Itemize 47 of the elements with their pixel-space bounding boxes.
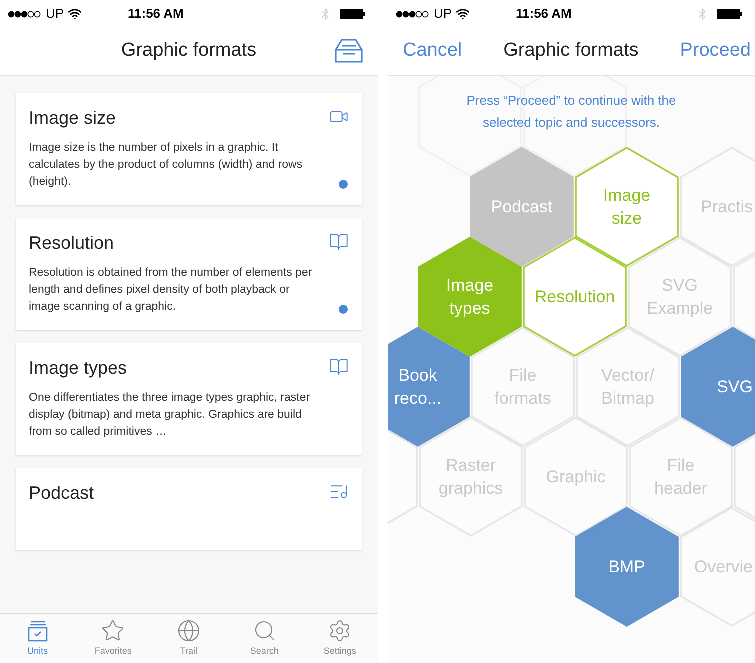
wifi-icon: [456, 7, 470, 21]
settings-icon: [328, 618, 352, 643]
topic-card[interactable]: Image size Image size is the number of pixels in a graphic. It calculates by the product of columns (width) and rows (height).: [16, 93, 362, 205]
archive-box-icon[interactable]: [334, 36, 364, 66]
status-time: 11:56 AM: [516, 5, 572, 24]
hint-text: Press “Proceed” to continue with the selected topic and successors.: [466, 92, 678, 132]
topic-label[interactable]: Image size: [603, 184, 651, 230]
topic-label[interactable]: Podcast: [491, 196, 553, 218]
topic-label[interactable]: Resolution: [534, 286, 616, 308]
battery-icon: [340, 9, 366, 19]
card-description: Resolution is obtained from the number of elements per length and defines pixel density of both playback or image scanning of a graphic.: [29, 266, 314, 315]
card-title: Podcast: [29, 482, 94, 505]
carrier-text: UP: [46, 5, 64, 24]
cancel-button[interactable]: Cancel: [403, 37, 462, 66]
star-icon: [101, 618, 126, 643]
carrier-text: UP: [434, 5, 452, 24]
wifi-icon: [68, 7, 82, 21]
battery-icon: [717, 9, 743, 19]
nav-title: Graphic formats: [504, 39, 639, 64]
tab-bar-item[interactable]: Trail: [158, 618, 219, 658]
topic-card[interactable]: Resolution Resolution is obtained from the number of elements per length and defines pixel density of both playback or image scanning of a graphic.: [16, 218, 362, 330]
card-title: Image size: [29, 107, 116, 130]
tab-bar-item[interactable]: Settings: [310, 618, 370, 658]
card-description: Image size is the number of pixels in a graphic. It calculates by the product of columns (width) and rows (height).: [29, 141, 304, 190]
topic-card[interactable]: Podcast: [16, 468, 362, 550]
globe-icon: [176, 618, 201, 643]
search-icon: [252, 618, 277, 643]
book-icon: [329, 232, 349, 252]
signal-icon: [8, 10, 42, 18]
topic-label[interactable]: SVG: [717, 376, 753, 398]
card-title: Resolution: [29, 232, 114, 255]
tab-bar-item[interactable]: Search: [234, 618, 295, 658]
proceed-button[interactable]: Proceed: [680, 37, 751, 66]
tab-bar-item[interactable]: Units: [8, 618, 68, 658]
card-description: One differentiates the three image types graphic, raster display (bitmap) and meta graphic. Graphics are build from so called primitives …: [29, 391, 312, 440]
topic-label[interactable]: Image types: [446, 274, 494, 320]
checked-box-icon: [26, 618, 50, 643]
topic-label[interactable]: BMP: [608, 556, 646, 578]
status-time: 11:56 AM: [128, 5, 184, 24]
signal-icon: [396, 10, 430, 18]
book-icon: [329, 357, 349, 377]
tab-bar-item[interactable]: Favorites: [83, 618, 144, 658]
bluetooth-icon: [319, 8, 332, 20]
topic-card[interactable]: Image types One differentiates the three image types graphic, raster display (bitmap) and meta graphic. Graphics are build from so called primitives …: [16, 343, 362, 455]
bluetooth-icon: [696, 8, 709, 20]
card-title: Image types: [29, 357, 128, 380]
nav-title: Graphic formats: [121, 39, 257, 64]
